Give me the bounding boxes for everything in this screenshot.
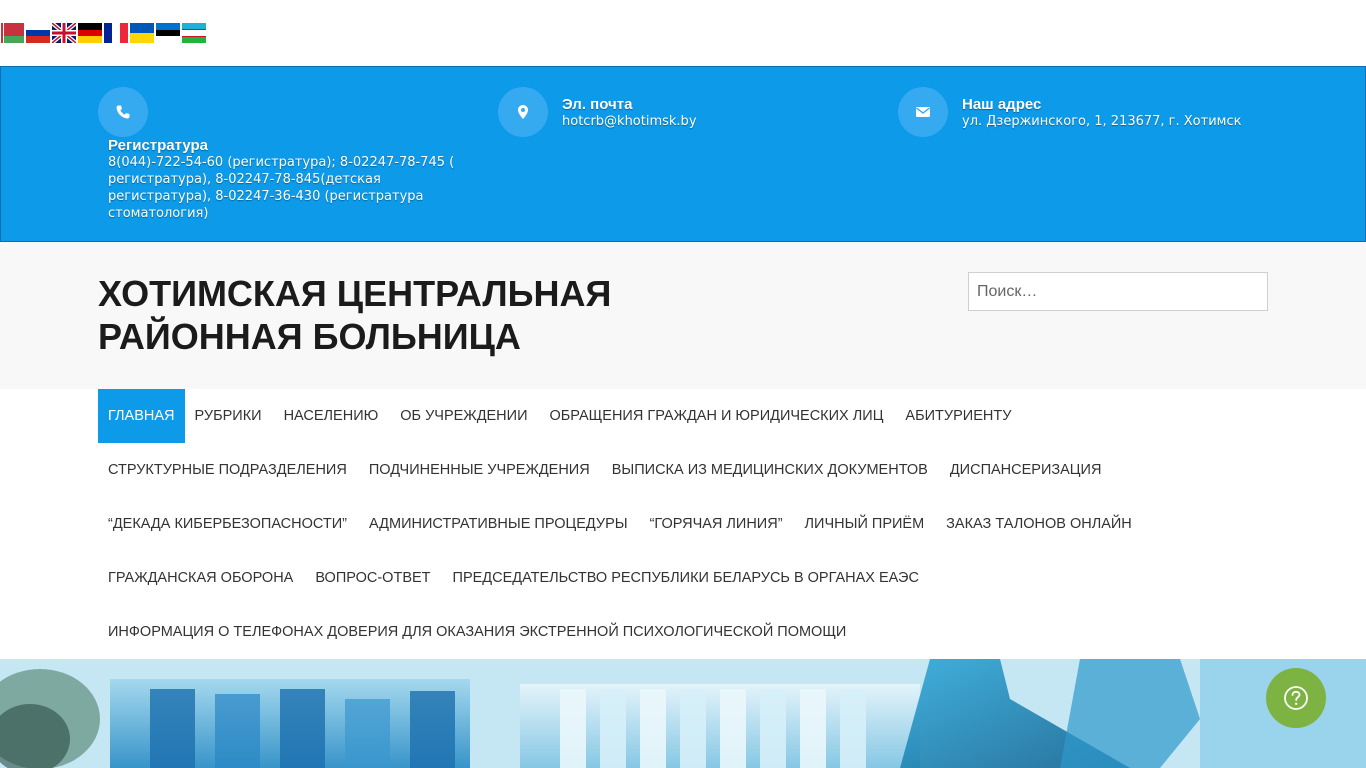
nav-item-for-population[interactable]: Населению — [274, 389, 391, 443]
nav-item-eaeu-chairmanship[interactable]: Председательство Республики Беларусь в о… — [443, 551, 931, 605]
nav-item-trust-phones[interactable]: Информация о телефонах доверия для оказа… — [98, 605, 858, 659]
search-input[interactable] — [968, 272, 1268, 311]
nav-item-about[interactable]: Об учреждении — [390, 389, 539, 443]
nav-item-subordinate[interactable]: Подчиненные учреждения — [359, 443, 602, 497]
nav-item-medical-extract[interactable]: Выписка из медицинских документов — [602, 443, 940, 497]
language-bar — [0, 0, 1366, 66]
phone-numbers: 8(044)-722-54-60 (регистратура); 8-02247… — [108, 155, 455, 221]
nav-item-home[interactable]: Главная — [98, 389, 185, 443]
flag-germany-icon[interactable] — [78, 23, 102, 43]
nav-item-departments[interactable]: Структурные подразделения — [98, 443, 359, 497]
contact-band: Регистратура 8(044)-722-54-60 (регистрат… — [0, 66, 1366, 242]
flag-uzbekistan-icon[interactable] — [182, 23, 206, 43]
nav-item-applicants[interactable]: Абитуриенту — [895, 389, 1023, 443]
map-marker-icon — [498, 87, 548, 137]
hero-image — [0, 659, 1366, 768]
nav-row: Информация о телефонах доверия для оказа… — [98, 605, 1278, 659]
nav-row: Гражданская оборона Вопрос-ответ Председ… — [98, 551, 1278, 605]
help-button[interactable] — [1266, 668, 1326, 728]
nav-item-hotline[interactable]: “Горячая линия” — [640, 497, 795, 551]
email-title: Эл. почта — [562, 96, 633, 113]
phone-title: Регистратура — [108, 137, 209, 154]
nav-item-online-tickets[interactable]: Заказ талонов онлайн — [936, 497, 1144, 551]
phone-icon — [98, 87, 148, 137]
nav-row: Главная Рубрики Населению Об учреждении … — [98, 389, 1278, 443]
nav-item-appeals[interactable]: Обращения граждан и юридических лиц — [540, 389, 896, 443]
address-title: Наш адрес — [962, 96, 1042, 113]
flag-ukraine-icon[interactable] — [130, 23, 154, 43]
nav-item-dispensary[interactable]: Диспансеризация — [940, 443, 1114, 497]
nav-row: Структурные подразделения Подчиненные уч… — [98, 443, 1278, 497]
nav-item-rubrics[interactable]: Рубрики — [185, 389, 274, 443]
flag-estonia-icon[interactable] — [156, 23, 180, 43]
flag-france-icon[interactable] — [104, 23, 128, 43]
address-text: ул. Дзержинского, 1, 213677, г. Хотимск — [962, 114, 1242, 129]
site-header: Хотимская центральная районная больница — [0, 242, 1366, 389]
nav-item-faq[interactable]: Вопрос-ответ — [305, 551, 442, 605]
site-title[interactable]: Хотимская центральная районная больница — [98, 272, 698, 358]
nav-item-personal-reception[interactable]: Личный приём — [795, 497, 937, 551]
flag-uk-icon[interactable] — [52, 23, 76, 43]
main-navigation: Главная Рубрики Населению Об учреждении … — [98, 389, 1278, 659]
envelope-icon — [898, 87, 948, 137]
nav-row: “Декада кибербезопасности” Административ… — [98, 497, 1278, 551]
flag-russia-icon[interactable] — [26, 23, 50, 43]
nav-item-cybersecurity[interactable]: “Декада кибербезопасности” — [98, 497, 359, 551]
flag-belarus-icon[interactable] — [0, 23, 24, 43]
nav-item-admin-procedures[interactable]: Административные процедуры — [359, 497, 640, 551]
language-flags — [0, 23, 206, 43]
nav-item-civil-defense[interactable]: Гражданская оборона — [98, 551, 305, 605]
question-circle-icon — [1284, 686, 1308, 710]
email-link[interactable]: hotcrb@khotimsk.by — [562, 113, 697, 130]
hero-illustration — [0, 659, 1366, 768]
